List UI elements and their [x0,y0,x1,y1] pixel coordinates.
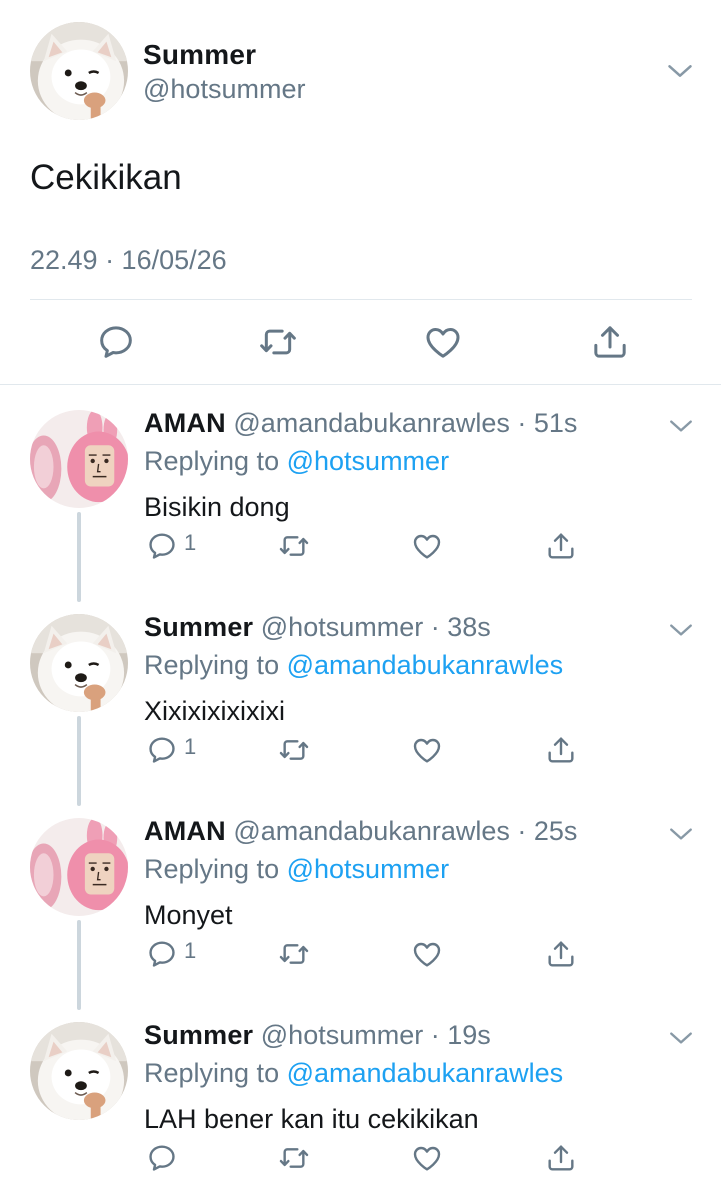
divider [0,384,721,385]
reply-text: LAH bener kan itu cekikikan [144,1104,479,1134]
thread-line [77,512,81,602]
reply-text: Xixixixixixixi [144,696,285,726]
share-icon[interactable] [545,530,577,562]
reply-time: · 19s [430,1020,491,1050]
mention-link[interactable]: @amandabukanrawles [287,1058,564,1088]
reply-time: · 51s [517,408,578,438]
thread-line [77,920,81,1010]
retweet-icon[interactable] [258,322,298,362]
author-handle[interactable]: @hotsummer [261,612,423,642]
author-handle[interactable]: @hotsummer [143,74,305,105]
reply-icon[interactable] [146,938,178,970]
replying-to-label: Replying to [144,854,280,884]
reply-time: · 25s [517,816,578,846]
replying-to: Replying to @amandabukanrawles [144,1058,563,1089]
reply-header: AMAN @amandabukanrawles · 51s [144,408,577,439]
reply-icon[interactable] [146,734,178,766]
reply-text: Monyet [144,900,233,930]
reply-tweet[interactable]: AMAN @amandabukanrawles · 51s Replying t… [0,388,721,602]
author-name[interactable]: Summer [143,39,256,71]
reply-tweet[interactable]: Summer @hotsummer · 19s Replying to @ama… [0,1000,721,1200]
author-name[interactable]: AMAN [144,408,226,438]
reply-header: Summer @hotsummer · 38s [144,612,491,643]
samoyed-dog-avatar[interactable] [30,1022,128,1120]
author-name[interactable]: AMAN [144,816,226,846]
author-handle[interactable]: @amandabukanrawles [233,408,510,438]
samoyed-dog-avatar[interactable] [30,614,128,712]
replying-to-label: Replying to [144,1058,280,1088]
share-icon[interactable] [545,734,577,766]
author-name[interactable]: Summer [144,1020,253,1050]
like-icon[interactable] [411,938,443,970]
samoyed-dog-avatar[interactable] [30,22,128,120]
pink-plush-avatar[interactable] [30,818,128,916]
share-icon[interactable] [545,938,577,970]
replying-to-label: Replying to [144,446,280,476]
retweet-icon[interactable] [278,938,310,970]
chevron-down-icon[interactable] [668,416,694,436]
like-icon[interactable] [411,1142,443,1174]
reply-icon[interactable] [146,530,178,562]
like-icon[interactable] [411,530,443,562]
mention-link[interactable]: @hotsummer [287,854,449,884]
replying-to: Replying to @hotsummer [144,854,449,885]
retweet-icon[interactable] [278,1142,310,1174]
retweet-icon[interactable] [278,734,310,766]
reply-tweet[interactable]: Summer @hotsummer · 38s Replying to @ama… [0,592,721,806]
reply-count: 1 [184,530,197,555]
mention-link[interactable]: @amandabukanrawles [287,650,564,680]
like-icon[interactable] [423,322,463,362]
tweet-timestamp: 22.49 · 16/05/26 [30,245,227,275]
like-icon[interactable] [411,734,443,766]
reply-time: · 38s [430,612,491,642]
reply-icon[interactable] [146,1142,178,1174]
tweet-text: Cekikikan [30,158,182,197]
divider [30,299,692,300]
reply-count: 1 [184,938,197,963]
reply-text: Bisikin dong [144,492,290,522]
replying-to: Replying to @amandabukanrawles [144,650,563,681]
mention-link[interactable]: @hotsummer [287,446,449,476]
reply-header: Summer @hotsummer · 19s [144,1020,491,1051]
chevron-down-icon[interactable] [668,1028,694,1048]
pink-plush-avatar[interactable] [30,410,128,508]
retweet-icon[interactable] [278,530,310,562]
chevron-down-icon[interactable] [666,60,694,82]
reply-icon[interactable] [96,322,136,362]
reply-header: AMAN @amandabukanrawles · 25s [144,816,577,847]
author-handle[interactable]: @hotsummer [261,1020,423,1050]
replying-to: Replying to @hotsummer [144,446,449,477]
share-icon[interactable] [545,1142,577,1174]
main-tweet: Summer @hotsummer Cekikikan 22.49 · 16/0… [0,0,721,385]
chevron-down-icon[interactable] [668,620,694,640]
reply-tweet[interactable]: AMAN @amandabukanrawles · 25s Replying t… [0,796,721,1010]
author-handle[interactable]: @amandabukanrawles [233,816,510,846]
replying-to-label: Replying to [144,650,280,680]
share-icon[interactable] [590,322,630,362]
thread-line [77,716,81,806]
author-name[interactable]: Summer [144,612,253,642]
reply-count: 1 [184,734,197,759]
chevron-down-icon[interactable] [668,824,694,844]
